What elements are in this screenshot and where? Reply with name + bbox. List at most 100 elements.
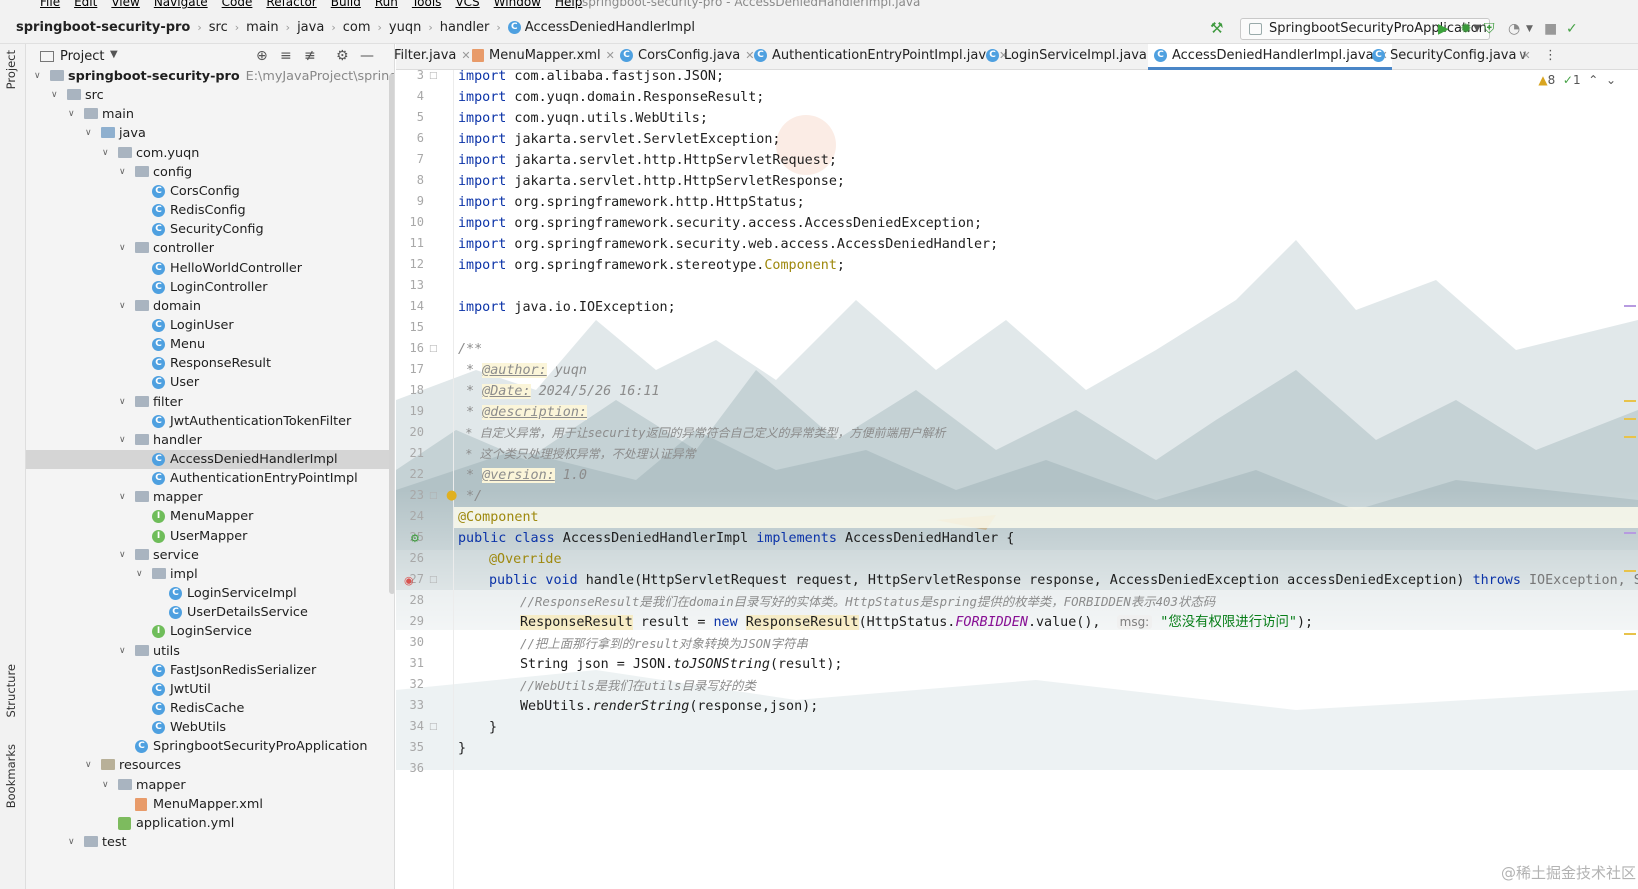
menu-edit[interactable]: Edit [74,0,97,9]
scroll-marker[interactable] [1624,436,1636,438]
chevron-down-icon[interactable]: ∨ [119,163,129,182]
menu-navigate[interactable]: Navigate [154,0,208,9]
build-hammer-icon[interactable]: ⚒ [1210,19,1223,37]
chevron-down-icon[interactable]: ∨ [85,124,95,143]
inspection-widget[interactable]: ▲8 ✓1 ⌃ ⌄ [1538,73,1616,87]
tree-item[interactable]: C RedisCache [26,699,394,718]
tree-item[interactable]: C FastJsonRedisSerializer [26,661,394,680]
locate-icon[interactable]: ⊕ [256,48,268,64]
coverage-icon[interactable]: ⛨ [1484,21,1495,37]
menu-code[interactable]: Code [222,0,253,9]
project-scrollbar[interactable] [389,74,394,594]
tree-item[interactable]: ∨ domain [26,297,394,316]
chevron-down-icon[interactable]: ∨ [119,488,129,507]
chevron-down-icon[interactable]: ∨ [119,546,129,565]
tree-item[interactable]: ∨ impl [26,565,394,584]
breadcrumb-item[interactable]: handler [440,20,490,35]
scroll-marker[interactable] [1624,633,1636,635]
gear-icon[interactable]: ⚙ [336,48,349,64]
chevron-down-icon[interactable]: ∨ [136,565,146,584]
tree-item[interactable]: C JwtAuthenticationTokenFilter [26,412,394,431]
tree-item[interactable]: C WebUtils [26,718,394,737]
tree-item[interactable]: C ResponseResult [26,354,394,373]
tree-item[interactable]: ∨ src [26,86,394,105]
code-editor[interactable]: 3 4 5 6 7 8 9 10 11 12 13 14 15 16 17 18 19 20 21 22 23 24 25 2… [396,70,1638,889]
chevron-down-icon[interactable]: ∨ [119,393,129,412]
chevron-down-icon[interactable]: ∨ [102,776,112,795]
chevron-down-icon[interactable]: ∨ [119,642,129,661]
tree-item[interactable]: ∨ java [26,124,394,143]
tree-item[interactable]: ∨ com.yuqn [26,144,394,163]
scroll-marker[interactable] [1624,305,1636,307]
tree-item[interactable]: C User [26,373,394,392]
fold-marker-icon[interactable]: □ [429,71,438,81]
override-gutter-icon[interactable]: ◉ [404,574,414,587]
debug-icon[interactable]: ✹ [1460,21,1472,37]
chevron-down-icon[interactable]: ▼ [110,49,118,60]
run-gutter-icon[interactable]: ⚙ [410,532,420,545]
project-panel-title[interactable]: Project [60,49,104,64]
tab-list-chevron-icon[interactable]: ∨ [1518,44,1528,70]
tree-item[interactable]: ∨ mapper [26,776,394,795]
fold-marker-icon[interactable]: □ [429,722,438,732]
more-options-icon[interactable]: ⋮ [1544,44,1557,70]
fold-marker-icon[interactable]: □ [429,575,438,585]
tree-item[interactable]: I UserMapper [26,527,394,546]
scroll-marker[interactable] [1624,400,1636,402]
chevron-down-icon[interactable]: ∨ [119,239,129,258]
tree-item[interactable]: C RedisConfig [26,201,394,220]
scroll-marker[interactable] [1624,418,1636,420]
structure-tool-tab[interactable]: Structure [4,664,18,718]
tree-item[interactable]: C UserDetailsService [26,603,394,622]
chevron-down-icon[interactable]: ∨ [51,86,61,105]
breadcrumb-item[interactable]: java [297,20,324,35]
chevron-down-icon[interactable]: ∨ [68,105,78,124]
menu-tools[interactable]: Tools [412,0,442,9]
chevron-down-icon[interactable]: ∨ [34,67,44,86]
tree-item[interactable]: C AuthenticationEntryPointImpl [26,469,394,488]
fold-marker-icon[interactable]: □ [429,491,438,501]
tree-item[interactable]: C JwtUtil [26,680,394,699]
tree-item[interactable]: MenuMapper.xml [26,795,394,814]
menu-help[interactable]: Help [555,0,582,9]
tree-item[interactable]: ∨ service [26,546,394,565]
breadcrumb-item[interactable]: springboot-security-pro [16,20,190,35]
tree-item[interactable]: I MenuMapper [26,507,394,526]
tree-item[interactable]: C HelloWorldController [26,259,394,278]
lightbulb-icon[interactable]: ● [446,488,457,503]
run-icon[interactable]: ▶ [1438,21,1449,37]
editor-tab[interactable]: C CorsConfig.java ✕ [614,44,758,70]
chevron-down-icon[interactable]: ∨ [119,431,129,450]
editor-tab[interactable]: MenuMapper.xml ✕ [466,44,619,70]
tree-item[interactable]: C LoginServiceImpl [26,584,394,603]
tree-item[interactable]: C AccessDeniedHandlerImpl [26,450,394,469]
menu-run[interactable]: Run [375,0,398,9]
tree-item[interactable]: ∨ controller [26,239,394,258]
chevron-up-icon[interactable]: ⌃ [1588,73,1598,87]
editor-tab[interactable]: C SecurityConfig.java ✕ [1366,44,1535,70]
profiler-dropdown-icon[interactable]: ▼ [1526,24,1533,34]
chevron-down-icon[interactable]: ⌄ [1606,73,1616,87]
tree-item[interactable]: ∨ resources [26,756,394,775]
tree-item[interactable]: C SecurityConfig [26,220,394,239]
tree-item[interactable]: C Menu [26,335,394,354]
editor-tab[interactable]: CLoginServiceImpl.java✕ [980,44,1165,70]
breadcrumb-item[interactable]: com [343,20,371,35]
editor-tab[interactable]: C AuthenticationEntryPointImpl.java ✕ [748,44,1012,70]
chevron-down-icon[interactable]: ∨ [68,833,78,852]
tree-item[interactable]: C LoginUser [26,316,394,335]
stop-icon[interactable]: ■ [1544,21,1557,37]
run-configuration-dropdown[interactable]: SpringbootSecurityProApplication ▼ [1240,18,1490,40]
tree-item[interactable]: application.yml [26,814,394,833]
tree-item[interactable]: ∨ test [26,833,394,852]
tree-item[interactable]: ∨ filter [26,393,394,412]
vcs-update-icon[interactable]: ✓ [1566,21,1578,37]
chevron-down-icon[interactable]: ∨ [119,297,129,316]
bookmarks-tool-tab[interactable]: Bookmarks [4,744,18,808]
editor-tab[interactable]: CAccessDeniedHandlerImpl.java✕ [1148,44,1392,70]
tree-item[interactable]: ∨ main [26,105,394,124]
expand-all-icon[interactable]: ≡ [280,48,292,64]
tree-item[interactable]: ∨ config [26,163,394,182]
hide-icon[interactable]: — [360,48,374,64]
chevron-down-icon[interactable]: ∨ [85,756,95,775]
